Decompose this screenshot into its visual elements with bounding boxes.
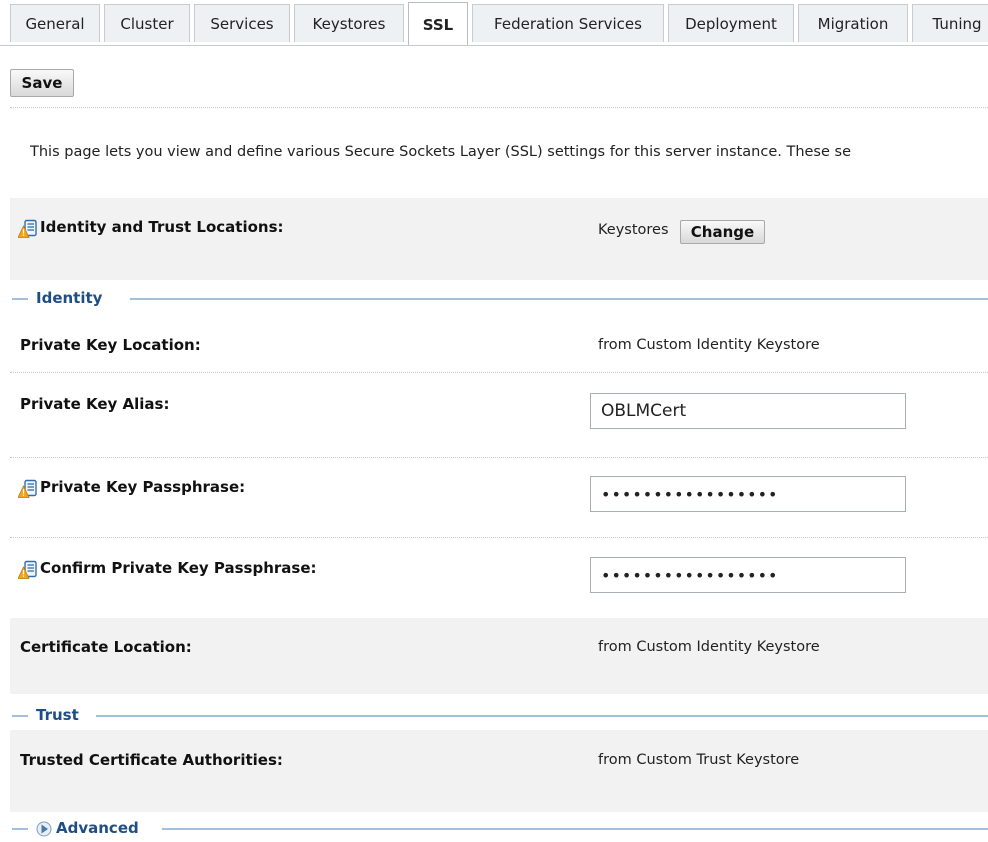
trust-section-header: Trust [12,706,988,726]
tab-deployment[interactable]: Deployment [668,4,794,42]
identity-trust-value: Keystores [598,222,669,238]
tab-bar: General Cluster Services Keystores SSL F… [0,0,988,46]
private-key-location-row: Private Key Location: from Custom Identi… [10,313,988,373]
expand-triangle-icon[interactable] [36,821,52,837]
section-rule [130,298,988,300]
identity-trust-label: Identity and Trust Locations: [40,218,284,236]
toolbar-divider [10,107,988,108]
certificate-location-label: Certificate Location: [20,638,192,656]
private-key-alias-label: Private Key Alias: [20,395,170,413]
tab-services[interactable]: Services [194,4,290,42]
tab-ssl[interactable]: SSL [408,2,468,46]
private-key-passphrase-label: Private Key Passphrase: [40,478,246,496]
private-key-location-label: Private Key Location: [20,336,201,354]
config-change-warning-icon [18,560,37,579]
trusted-ca-row: Trusted Certificate Authorities: from Cu… [10,730,988,812]
trust-section-title: Trust [36,706,87,724]
section-lead-rule [12,298,28,300]
section-rule [96,715,988,717]
confirm-passphrase-label: Confirm Private Key Passphrase: [40,559,317,577]
private-key-passphrase-input[interactable] [590,476,906,512]
advanced-section-title[interactable]: Advanced [56,819,147,837]
advanced-section-header[interactable]: Advanced [12,819,988,839]
trusted-ca-label: Trusted Certificate Authorities: [20,751,283,769]
identity-trust-row: Identity and Trust Locations: Keystores [10,198,988,280]
page-description: This page lets you view and define vario… [30,144,851,160]
confirm-passphrase-input[interactable] [590,557,906,593]
certificate-location-row: Certificate Location: from Custom Identi… [10,618,988,694]
certificate-location-value: from Custom Identity Keystore [598,639,820,655]
tab-migration[interactable]: Migration [798,4,908,42]
tab-keystores[interactable]: Keystores [294,4,404,42]
identity-section-header: Identity [12,289,988,309]
private-key-location-value: from Custom Identity Keystore [598,337,820,353]
tab-cluster[interactable]: Cluster [104,4,190,42]
section-lead-rule [12,828,28,830]
tab-federation-services[interactable]: Federation Services [472,4,664,42]
config-change-warning-icon [18,479,37,498]
tab-general[interactable]: General [10,4,100,42]
section-rule [162,828,988,830]
private-key-alias-input[interactable] [590,393,906,429]
trusted-ca-value: from Custom Trust Keystore [598,752,800,768]
tab-bar-underline [0,45,988,46]
tab-tuning[interactable]: Tuning [912,4,988,42]
section-lead-rule [12,715,28,717]
identity-section-title: Identity [36,289,111,307]
change-button[interactable]: Change [680,220,765,244]
config-change-warning-icon [18,219,37,238]
save-button[interactable]: Save [10,69,74,97]
